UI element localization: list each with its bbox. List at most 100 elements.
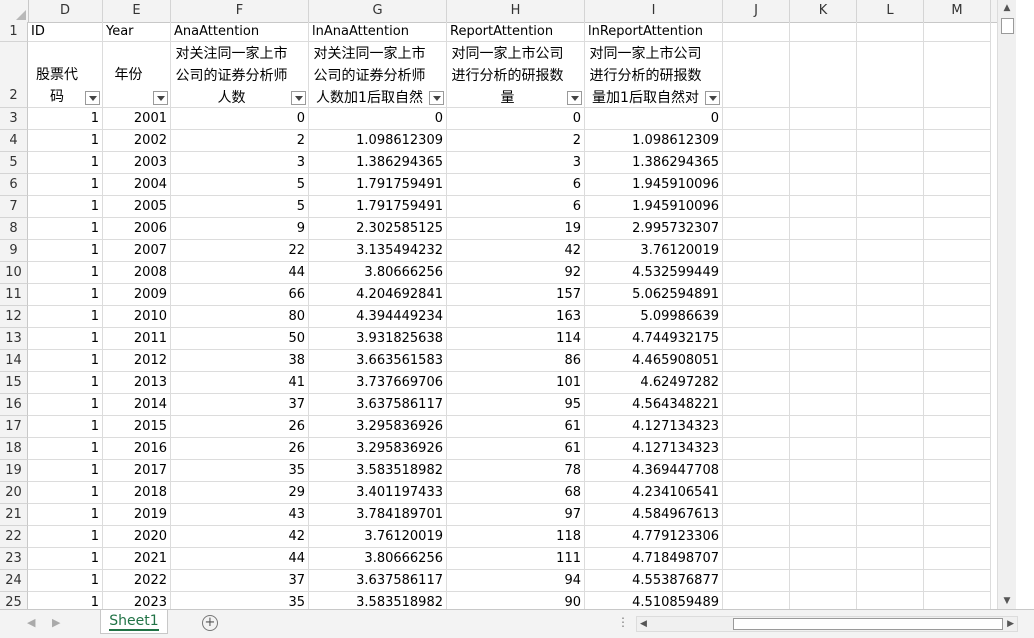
data-cell[interactable]: 3 (447, 152, 585, 174)
data-cell[interactable]: 5.062594891 (585, 284, 723, 306)
data-cell[interactable]: 1 (28, 548, 103, 570)
data-cell[interactable]: 3.401197433 (309, 482, 447, 504)
data-cell[interactable]: 1.945910096 (585, 196, 723, 218)
data-cell[interactable]: 3.80666256 (309, 262, 447, 284)
next-sheet-icon[interactable]: ▶ (52, 616, 60, 629)
row-header-21[interactable]: 21 (0, 504, 28, 526)
data-cell[interactable]: 3 (171, 152, 309, 174)
data-cell[interactable] (723, 460, 790, 482)
data-cell[interactable]: 1 (28, 592, 103, 609)
row-header-7[interactable]: 7 (0, 196, 28, 218)
header-cell-r1-m[interactable] (924, 22, 991, 42)
data-cell[interactable]: 1 (28, 460, 103, 482)
row-header-1[interactable]: 1 (0, 22, 28, 42)
data-cell[interactable]: 3.76120019 (585, 240, 723, 262)
row-header-15[interactable]: 15 (0, 372, 28, 394)
data-cell[interactable] (723, 262, 790, 284)
data-cell[interactable] (790, 548, 857, 570)
column-header-e[interactable]: E (103, 0, 171, 22)
column-header-k[interactable]: K (790, 0, 857, 22)
data-cell[interactable] (857, 394, 924, 416)
data-cell[interactable] (924, 504, 991, 526)
data-cell[interactable]: 1 (28, 526, 103, 548)
data-cell[interactable] (857, 592, 924, 609)
data-cell[interactable]: 2004 (103, 174, 171, 196)
filter-dropdown-icon[interactable] (705, 91, 720, 105)
data-cell[interactable] (790, 372, 857, 394)
header-cell-r2-g[interactable]: 对关注同一家上市公司的证券分析师人数加1后取自然 (309, 42, 447, 108)
prev-sheet-icon[interactable]: ◀ (27, 616, 35, 629)
data-cell[interactable]: 1 (28, 570, 103, 592)
data-cell[interactable] (723, 218, 790, 240)
data-cell[interactable]: 3.737669706 (309, 372, 447, 394)
data-cell[interactable] (723, 350, 790, 372)
data-cell[interactable] (723, 196, 790, 218)
data-cell[interactable] (924, 218, 991, 240)
data-cell[interactable]: 3.76120019 (309, 526, 447, 548)
data-cell[interactable] (857, 372, 924, 394)
data-cell[interactable] (857, 174, 924, 196)
data-cell[interactable] (790, 218, 857, 240)
row-header-4[interactable]: 4 (0, 130, 28, 152)
scroll-left-icon[interactable]: ◀ (640, 617, 647, 631)
data-cell[interactable]: 2012 (103, 350, 171, 372)
data-cell[interactable]: 97 (447, 504, 585, 526)
scroll-down-icon[interactable]: ▼ (998, 593, 1016, 609)
data-cell[interactable] (790, 108, 857, 130)
data-cell[interactable]: 3.637586117 (309, 570, 447, 592)
data-cell[interactable] (790, 284, 857, 306)
data-cell[interactable]: 2 (447, 130, 585, 152)
tab-split-handle-icon[interactable]: ⋮ (617, 615, 629, 629)
row-header-13[interactable]: 13 (0, 328, 28, 350)
data-cell[interactable] (723, 306, 790, 328)
sheet-tab-sheet1[interactable]: Sheet1 (100, 610, 168, 634)
data-cell[interactable] (723, 570, 790, 592)
data-cell[interactable] (857, 482, 924, 504)
data-cell[interactable]: 90 (447, 592, 585, 609)
data-cell[interactable]: 1 (28, 482, 103, 504)
data-cell[interactable]: 41 (171, 372, 309, 394)
data-cell[interactable] (723, 372, 790, 394)
data-cell[interactable]: 92 (447, 262, 585, 284)
data-cell[interactable] (790, 460, 857, 482)
data-cell[interactable]: 9 (171, 218, 309, 240)
data-cell[interactable] (924, 262, 991, 284)
data-cell[interactable]: 29 (171, 482, 309, 504)
data-cell[interactable] (857, 152, 924, 174)
data-cell[interactable]: 26 (171, 416, 309, 438)
data-cell[interactable] (857, 262, 924, 284)
data-cell[interactable]: 37 (171, 570, 309, 592)
row-header-3[interactable]: 3 (0, 108, 28, 130)
data-cell[interactable]: 2022 (103, 570, 171, 592)
data-cell[interactable]: 2016 (103, 438, 171, 460)
data-cell[interactable] (723, 152, 790, 174)
data-cell[interactable]: 1 (28, 196, 103, 218)
data-cell[interactable] (924, 306, 991, 328)
data-cell[interactable]: 1 (28, 372, 103, 394)
data-cell[interactable] (790, 196, 857, 218)
header-cell-r1-i[interactable]: lnReportAttention (585, 22, 723, 42)
row-header-23[interactable]: 23 (0, 548, 28, 570)
data-cell[interactable]: 2008 (103, 262, 171, 284)
data-cell[interactable]: 78 (447, 460, 585, 482)
data-cell[interactable] (924, 284, 991, 306)
data-cell[interactable] (790, 130, 857, 152)
data-cell[interactable] (723, 328, 790, 350)
add-sheet-icon[interactable]: + (202, 615, 218, 631)
data-cell[interactable]: 80 (171, 306, 309, 328)
data-cell[interactable] (857, 548, 924, 570)
data-cell[interactable] (857, 130, 924, 152)
row-header-11[interactable]: 11 (0, 284, 28, 306)
row-header-16[interactable]: 16 (0, 394, 28, 416)
data-cell[interactable]: 111 (447, 548, 585, 570)
data-cell[interactable]: 3.295836926 (309, 438, 447, 460)
data-cell[interactable]: 1 (28, 284, 103, 306)
data-cell[interactable] (924, 394, 991, 416)
data-cell[interactable] (924, 328, 991, 350)
data-cell[interactable]: 37 (171, 394, 309, 416)
data-cell[interactable]: 1.386294365 (309, 152, 447, 174)
data-cell[interactable] (857, 328, 924, 350)
data-cell[interactable]: 44 (171, 548, 309, 570)
data-cell[interactable]: 2013 (103, 372, 171, 394)
data-cell[interactable] (924, 130, 991, 152)
